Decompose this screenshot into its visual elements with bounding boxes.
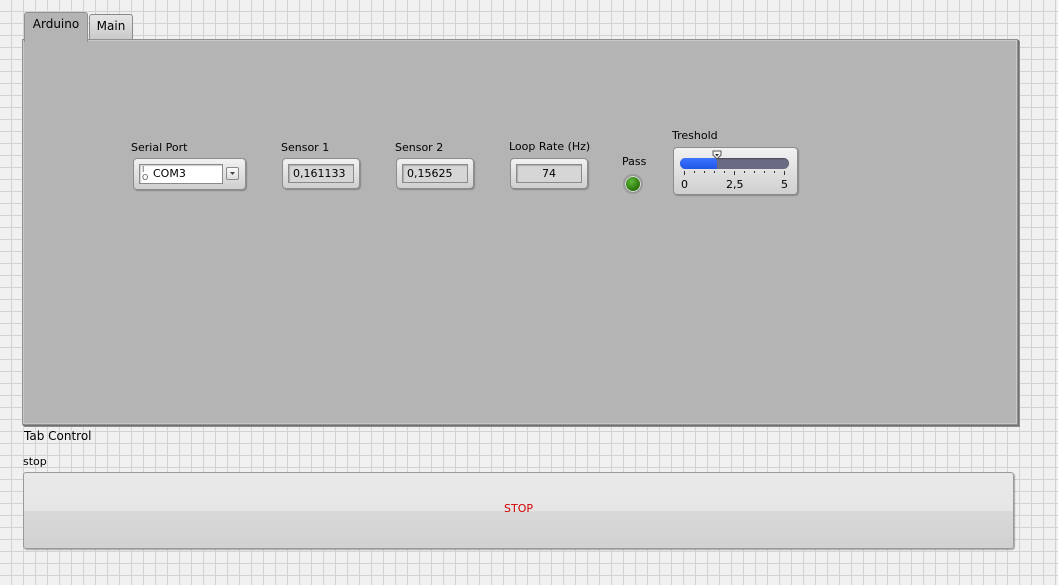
threshold-mid-label: 2,5 [726, 178, 744, 191]
stop-label: stop [23, 455, 47, 468]
threshold-track[interactable] [680, 158, 789, 169]
serial-port-field[interactable]: IO COM3 [139, 164, 223, 184]
tab-arduino[interactable]: Arduino [24, 12, 88, 42]
loop-rate-indicator: 74 [510, 158, 588, 189]
threshold-thumb[interactable] [712, 149, 722, 160]
serial-port-label: Serial Port [131, 141, 188, 154]
sensor1-indicator: 0,161133 [282, 158, 360, 189]
loop-rate-value: 74 [516, 164, 582, 183]
threshold-slider[interactable]: 0 2,5 5 [673, 147, 798, 195]
loop-rate-label: Loop Rate (Hz) [509, 140, 591, 153]
pass-label: Pass [622, 155, 647, 168]
serial-port-value: COM3 [153, 167, 186, 180]
tab-main-label: Main [96, 19, 126, 33]
tab-control-label: Tab Control [24, 429, 92, 443]
sensor2-label: Sensor 2 [395, 141, 444, 154]
sensor2-value: 0,15625 [402, 164, 468, 183]
sensor1-label: Sensor 1 [281, 141, 330, 154]
sensor1-value: 0,161133 [288, 164, 354, 183]
serial-port-control[interactable]: IO COM3 [133, 158, 246, 190]
slider-pointer-icon [712, 150, 722, 160]
tab-main[interactable]: Main [89, 14, 133, 41]
stop-button-text: STOP [504, 502, 533, 515]
tab-control-panel: Serial Port IO COM3 Sensor 1 0,161133 Se… [22, 39, 1018, 425]
tab-arduino-label: Arduino [32, 17, 80, 31]
serial-port-dropdown-button[interactable] [226, 167, 239, 180]
io-visa-icon: IO [142, 165, 149, 182]
chevron-down-icon [230, 172, 235, 175]
stop-button[interactable]: STOP [23, 472, 1014, 549]
sensor2-indicator: 0,15625 [396, 158, 474, 189]
threshold-min-label: 0 [681, 178, 688, 191]
threshold-max-label: 5 [781, 178, 788, 191]
threshold-label: Treshold [672, 129, 718, 142]
pass-led [623, 174, 643, 194]
